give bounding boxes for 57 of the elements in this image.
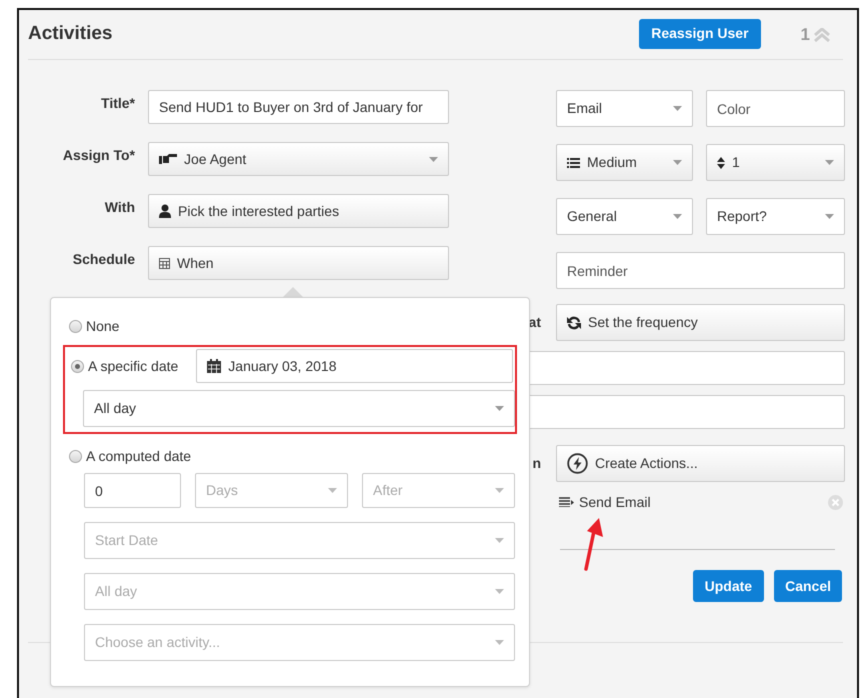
double-chevron-up-icon: [814, 28, 830, 42]
radio-label: A computed date: [86, 447, 192, 466]
up-down-arrows-icon: [717, 156, 725, 168]
action-label: Send Email: [579, 492, 651, 512]
select-field[interactable]: Email: [556, 90, 693, 127]
caret-icon: [825, 214, 834, 219]
pointing-hand-icon: [159, 153, 177, 165]
text-field[interactable]: Send HUD1 to Buyer on 3rd of January for: [148, 90, 449, 124]
calendar-icon: [207, 359, 222, 373]
field-label: With: [104, 198, 135, 217]
radio-button[interactable]: [71, 360, 84, 372]
create-actions-button[interactable]: Create Actions...: [556, 445, 845, 482]
field-label: n: [532, 454, 541, 473]
list-icon: [567, 158, 580, 168]
person-icon: [159, 204, 171, 218]
caret-icon: [825, 160, 834, 165]
caret-icon: [495, 589, 504, 594]
reassign-user-button[interactable]: Reassign User: [639, 18, 761, 48]
email-list-icon: [559, 497, 575, 507]
number-select[interactable]: 1: [706, 144, 845, 181]
update-button[interactable]: Update: [692, 570, 764, 602]
select-field[interactable]: Report?: [706, 198, 845, 235]
date-field[interactable]: January 03, 2018: [196, 349, 513, 383]
radio-label: A specific date: [88, 356, 178, 376]
priority-select[interactable]: Medium: [556, 144, 693, 181]
select-field[interactable]: All day: [83, 390, 515, 427]
caret-icon: [495, 640, 504, 645]
caret-icon: [673, 160, 682, 165]
field-label: Assign To*: [62, 146, 135, 165]
text-field[interactable]: Color: [706, 90, 845, 127]
annotation-arrow: [581, 517, 605, 571]
caret-icon: [328, 488, 337, 493]
radio-button[interactable]: [69, 450, 82, 463]
calendar-icon: [159, 258, 170, 268]
select-field[interactable]: General: [556, 198, 693, 235]
schedule-button[interactable]: When: [148, 246, 449, 280]
remove-icon[interactable]: [828, 494, 843, 510]
caret-icon: [495, 538, 504, 543]
assignee-select[interactable]: Joe Agent: [148, 142, 449, 176]
text-field[interactable]: Reminder: [556, 252, 845, 289]
lightning-icon: [567, 453, 588, 474]
count-label: 1: [800, 24, 810, 46]
radio-label: None: [86, 317, 120, 336]
caret-icon: [673, 214, 682, 219]
field-label: Title*: [100, 94, 135, 113]
refresh-icon: [567, 316, 581, 330]
caret-icon: [495, 488, 504, 493]
panel-title: Activities: [28, 22, 112, 46]
field-label: Schedule: [72, 250, 135, 269]
cancel-button[interactable]: Cancel: [774, 570, 842, 602]
caret-icon: [495, 406, 504, 411]
caret-icon: [673, 106, 682, 111]
number-field[interactable]: 0: [84, 473, 181, 508]
parties-picker[interactable]: Pick the interested parties: [148, 194, 449, 228]
radio-button[interactable]: [69, 320, 82, 333]
frequency-button[interactable]: Set the frequency: [556, 304, 845, 341]
caret-icon: [429, 156, 438, 162]
